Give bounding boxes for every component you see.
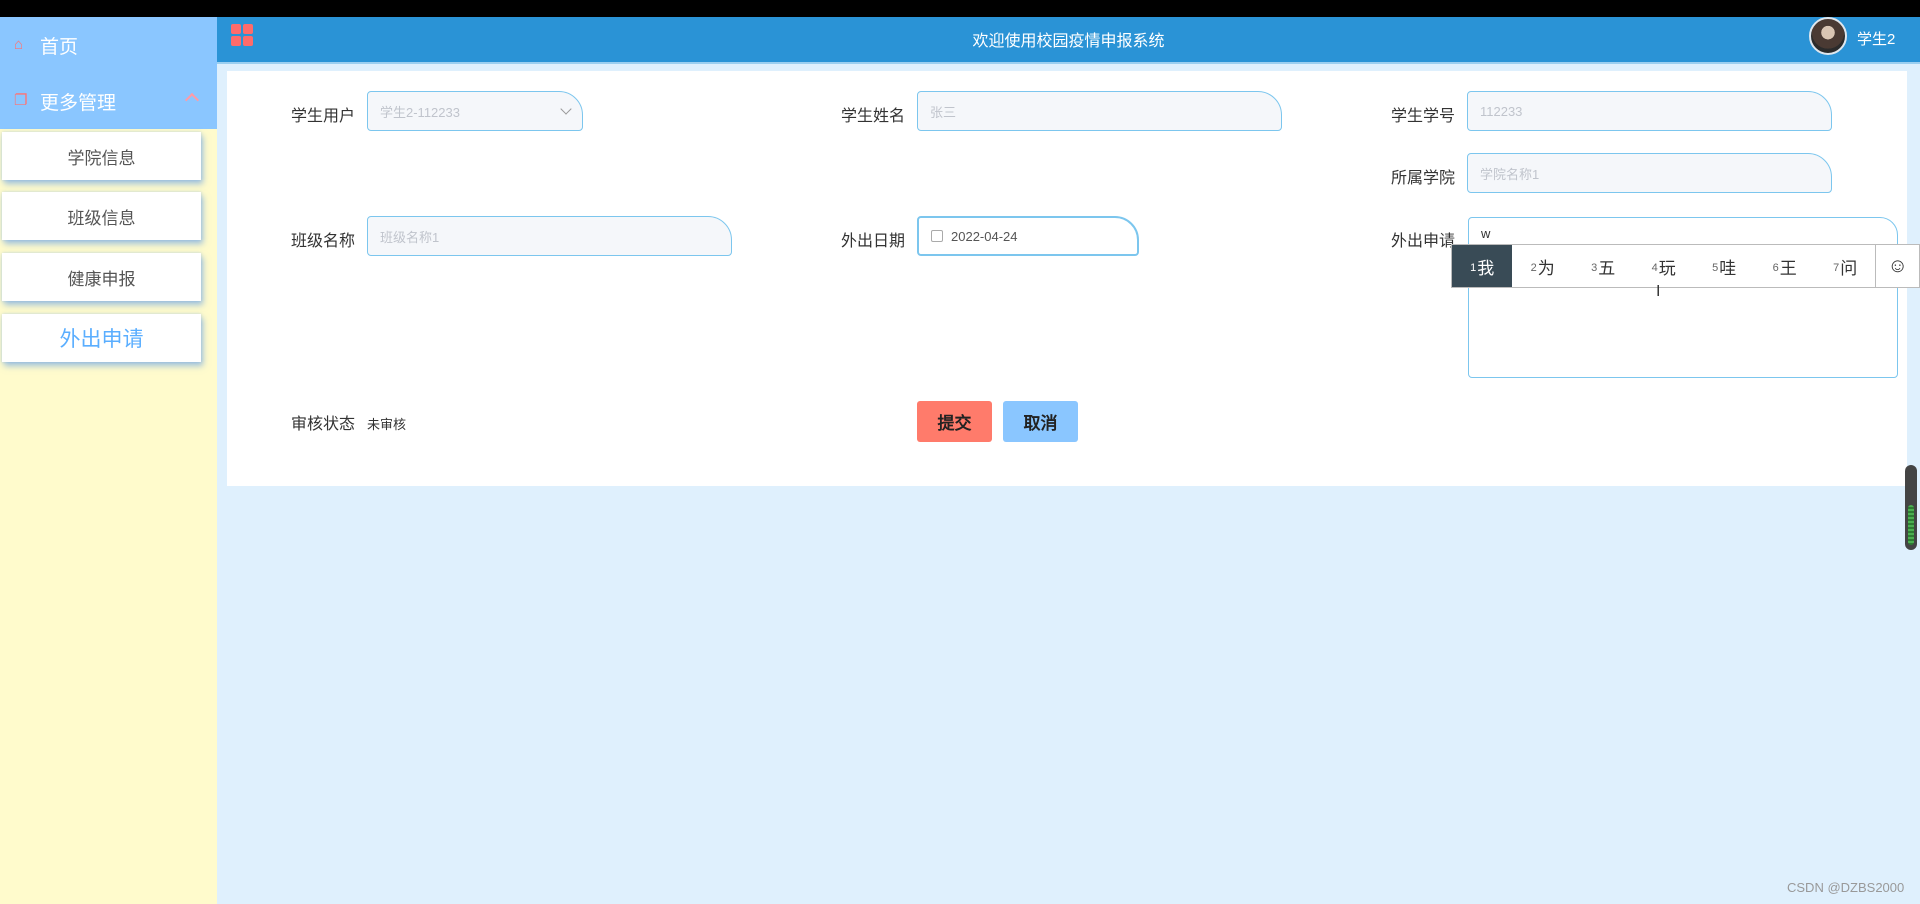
student-user-value: 学生2-112233	[380, 104, 460, 120]
ime-candidate-text: 哇	[1719, 258, 1737, 278]
out-reason-textarea[interactable]: w	[1468, 217, 1898, 378]
emoji-icon[interactable]: ☺	[1875, 245, 1919, 287]
student-name-label: 学生姓名	[841, 108, 906, 125]
ime-candidate[interactable]: 7问	[1815, 245, 1875, 287]
ime-candidate[interactable]: 6王	[1754, 245, 1814, 287]
ime-candidate[interactable]: 2为	[1512, 245, 1572, 287]
college-field[interactable]: 学院名称1	[1467, 153, 1832, 193]
ime-candidate[interactable]: 3五	[1573, 245, 1633, 287]
ime-candidate-number: 4	[1651, 262, 1658, 274]
chevron-up-icon	[184, 92, 200, 108]
sidebar-item-leave[interactable]: 外出申请	[2, 314, 201, 362]
sidebar-item-home[interactable]: ⌂ 首页	[0, 17, 217, 73]
sidebar-more-label: 更多管理	[40, 92, 117, 114]
ime-candidate-number: 3	[1591, 262, 1598, 274]
calendar-icon	[931, 230, 943, 242]
sidebar-item-college[interactable]: 学院信息	[2, 132, 201, 180]
sidebar: ⌂ 首页 ❐ 更多管理 学院信息 班级信息 健康申报 外出申请	[0, 17, 217, 904]
student-no-label: 学生学号	[1391, 108, 1456, 125]
student-user-select[interactable]: 学生2-112233	[367, 91, 583, 131]
audit-status-value: 未审核	[367, 417, 407, 432]
college-value: 学院名称1	[1480, 166, 1540, 182]
ime-candidate-text: 问	[1840, 258, 1858, 278]
college-label: 所属学院	[1391, 170, 1456, 187]
ime-candidate-bar: 1我 2为 3五 4玩 5哇 6王 7问 ☺	[1451, 244, 1920, 288]
ime-candidate-text: 王	[1779, 258, 1797, 278]
sidebar-home-label: 首页	[40, 36, 79, 58]
scrollbar[interactable]	[1905, 465, 1917, 550]
class-name-value: 班级名称1	[380, 229, 440, 245]
sidebar-item-health[interactable]: 健康申报	[2, 253, 201, 301]
student-name-field[interactable]: 张三	[917, 91, 1282, 131]
sidebar-item-label: 健康申报	[67, 269, 136, 289]
ime-candidate-text: 为	[1537, 258, 1555, 278]
class-name-field[interactable]: 班级名称1	[367, 216, 732, 256]
ime-candidate-text: 玩	[1658, 258, 1676, 278]
ime-candidate-number: 1	[1470, 262, 1477, 274]
top-header: 欢迎使用校园疫情申报系统 学生2	[217, 17, 1920, 64]
page-title: 欢迎使用校园疫情申报系统	[972, 33, 1165, 50]
username[interactable]: 学生2	[1857, 28, 1895, 49]
sidebar-item-class[interactable]: 班级信息	[2, 192, 201, 240]
submit-button[interactable]: 提交	[917, 401, 992, 442]
chevron-down-icon	[560, 103, 572, 115]
ime-candidate[interactable]: 5哇	[1694, 245, 1754, 287]
ime-candidate-number: 6	[1772, 262, 1779, 274]
out-reason-label: 外出申请	[1391, 233, 1456, 250]
out-date-label: 外出日期	[841, 233, 906, 250]
class-name-label: 班级名称	[291, 233, 356, 250]
main-content: 学生用户 学生2-112233 学生姓名 张三 学生学号 112233 所属学院…	[217, 64, 1920, 904]
ime-candidate-number: 7	[1833, 262, 1840, 274]
ime-candidate-number: 5	[1712, 262, 1719, 274]
avatar[interactable]	[1809, 17, 1847, 55]
out-date-picker[interactable]: 2022-04-24	[917, 216, 1139, 256]
cancel-button[interactable]: 取消	[1003, 401, 1078, 442]
sidebar-item-label: 学院信息	[67, 148, 136, 168]
sidebar-item-label: 班级信息	[67, 208, 136, 228]
sidebar-item-label: 外出申请	[59, 328, 144, 351]
ime-candidate[interactable]: 4玩	[1633, 245, 1693, 287]
text-cursor-icon: I	[1656, 283, 1661, 300]
ime-candidate-number: 2	[1530, 262, 1537, 274]
screen-top-bar	[0, 0, 1920, 17]
student-no-value: 112233	[1480, 103, 1523, 119]
ime-candidate-text: 我	[1477, 258, 1495, 278]
copy-icon: ❐	[14, 92, 28, 109]
out-date-value: 2022-04-24	[951, 228, 1018, 244]
student-no-field[interactable]: 112233	[1467, 91, 1832, 131]
student-user-label: 学生用户	[291, 108, 356, 125]
student-name-value: 张三	[930, 104, 957, 120]
ime-candidate-text: 五	[1598, 258, 1616, 278]
ime-candidate[interactable]: 1我	[1452, 245, 1513, 287]
home-icon: ⌂	[14, 36, 24, 53]
audit-status-label: 审核状态	[291, 416, 356, 433]
watermark: CSDN @DZBS2000	[1787, 880, 1905, 895]
sidebar-item-more[interactable]: ❐ 更多管理	[0, 73, 217, 129]
